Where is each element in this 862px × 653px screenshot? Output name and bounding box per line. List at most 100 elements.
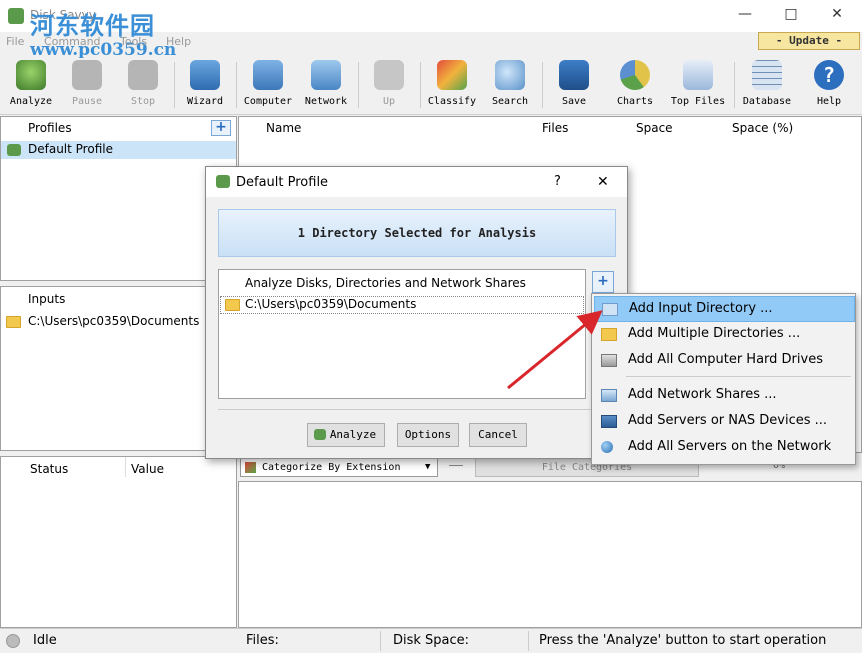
toolbar-pause-button[interactable]: Pause [60, 58, 114, 112]
toolbar-label: Computer [243, 96, 293, 107]
up-arrow-icon [374, 60, 404, 90]
update-label: Update [789, 34, 829, 47]
dialog-app-icon [216, 175, 230, 188]
add-profile-button[interactable]: + [211, 120, 231, 136]
minimize-button[interactable]: — [722, 6, 768, 26]
toolbar-label: Charts [616, 96, 654, 107]
dialog-analyze-button[interactable]: Analyze [307, 423, 385, 447]
chevron-down-icon: ▼ [425, 462, 431, 472]
inputs-panel: Inputs C:\Users\pc0359\Documents [0, 286, 237, 451]
stop-icon [128, 60, 158, 90]
dialog-title: Default Profile [236, 175, 329, 190]
dialog-options-button[interactable]: Options [397, 423, 459, 447]
toolbar-classify-button[interactable]: Classify [424, 58, 480, 112]
toolbar-separator [174, 62, 175, 108]
menu-item-add-servers-nas[interactable]: Add Servers or NAS Devices ... [594, 409, 853, 433]
menu-item-add-multiple-directories[interactable]: Add Multiple Directories ... [594, 322, 853, 346]
column-name[interactable]: Name [266, 121, 301, 135]
toolbar-database-button[interactable]: Database [738, 58, 796, 112]
status-divider [380, 631, 381, 651]
app-icon [8, 8, 24, 24]
charts-icon [620, 60, 650, 90]
toolbar: Analyze Pause Stop Wizard Computer Netwo… [0, 58, 862, 115]
input-path: C:\Users\pc0359\Documents [28, 314, 200, 328]
maximize-button[interactable]: □ [768, 6, 814, 26]
toolbar-wizard-button[interactable]: Wizard [178, 58, 232, 112]
toolbar-analyze-button[interactable]: Analyze [4, 58, 58, 112]
toolbar-label: Pause [71, 96, 103, 107]
dialog-add-input-button[interactable]: + [592, 271, 614, 293]
toolbar-label: Search [491, 96, 529, 107]
toolbar-save-button[interactable]: Save [546, 58, 602, 112]
menu-separator [626, 376, 851, 377]
profile-item-default[interactable]: Default Profile [1, 141, 236, 159]
toolbar-separator [734, 62, 735, 108]
toolbar-separator [420, 62, 421, 108]
menu-file[interactable]: File [6, 35, 24, 48]
wizard-icon [190, 60, 220, 90]
toolbar-separator [358, 62, 359, 108]
toolbar-computer-button[interactable]: Computer [240, 58, 296, 112]
toolbar-network-button[interactable]: Network [298, 58, 354, 112]
dialog-cancel-label: Cancel [478, 428, 518, 441]
folder-icon [225, 299, 240, 311]
dialog-banner-text: 1 Directory Selected for Analysis [297, 226, 537, 240]
toolbar-separator [542, 62, 543, 108]
status-panel: Status Value [0, 456, 237, 628]
toolbar-up-button[interactable]: Up [362, 58, 416, 112]
toolbar-charts-button[interactable]: Charts [606, 58, 664, 112]
menu-item-label: Add All Computer Hard Drives [628, 352, 823, 367]
toolbar-search-button[interactable]: Search [482, 58, 538, 112]
toolbar-stop-button[interactable]: Stop [116, 58, 170, 112]
categorize-select[interactable]: Categorize By Extension ▼ [240, 458, 438, 477]
column-files[interactable]: Files [542, 121, 568, 135]
menu-item-label: Add Servers or NAS Devices ... [628, 413, 828, 428]
column-space-percent[interactable]: Space (%) [732, 121, 793, 135]
close-window-button[interactable]: ✕ [814, 6, 860, 26]
status-divider [528, 631, 529, 651]
dialog-options-label: Options [404, 428, 452, 441]
profile-icon [7, 144, 21, 156]
toolbar-label: Help [816, 96, 842, 107]
menu-item-add-all-servers[interactable]: Add All Servers on the Network [594, 435, 853, 459]
toolbar-help-button[interactable]: ? Help [802, 58, 856, 112]
save-icon [559, 60, 589, 90]
folder-icon [6, 316, 21, 328]
categorize-icon [245, 462, 256, 473]
input-item[interactable]: C:\Users\pc0359\Documents [1, 313, 236, 331]
dialog-title-bar: Default Profile ? ✕ [206, 167, 627, 197]
toolbar-label: Wizard [186, 96, 224, 107]
help-icon: ? [814, 60, 844, 90]
analyze-icon [314, 429, 326, 440]
annotation-arrow [507, 310, 603, 390]
menu-command[interactable]: Command [44, 35, 101, 48]
analyze-icon [16, 60, 46, 90]
status-files-label: Files: [246, 633, 279, 648]
toolbar-label: Database [742, 96, 792, 107]
toolbar-label: Classify [427, 96, 477, 107]
dialog-help-button[interactable]: ? [554, 174, 561, 189]
menu-tools[interactable]: Tools [120, 35, 147, 48]
pause-icon [72, 60, 102, 90]
dialog-cancel-button[interactable]: Cancel [469, 423, 527, 447]
toolbar-label: Stop [130, 96, 156, 107]
categories-panel [238, 481, 862, 628]
column-space[interactable]: Space [636, 121, 673, 135]
categorize-value: Categorize By Extension [262, 462, 401, 473]
list-header-label: Analyze Disks, Directories and Network S… [245, 276, 526, 290]
status-message: Press the 'Analyze' button to start oper… [539, 633, 827, 648]
computer-icon [253, 60, 283, 90]
toolbar-top-files-button[interactable]: Top Files [668, 58, 728, 112]
globe-icon [601, 441, 613, 453]
status-state: Idle [33, 633, 57, 648]
menu-help[interactable]: Help [166, 35, 191, 48]
menu-item-add-input-directory[interactable]: Add Input Directory ... [594, 296, 855, 322]
update-button[interactable]: - Update - [758, 32, 860, 50]
status-bar: Idle Files: Disk Space: Press the 'Analy… [0, 628, 862, 653]
menu-item-add-network-shares[interactable]: Add Network Shares ... [594, 383, 853, 407]
menu-item-label: Add Network Shares ... [628, 387, 777, 402]
network-icon [311, 60, 341, 90]
dialog-close-button[interactable]: ✕ [597, 174, 609, 190]
menu-item-add-all-hard-drives[interactable]: Add All Computer Hard Drives [594, 348, 853, 372]
dialog-analyze-label: Analyze [329, 428, 377, 441]
